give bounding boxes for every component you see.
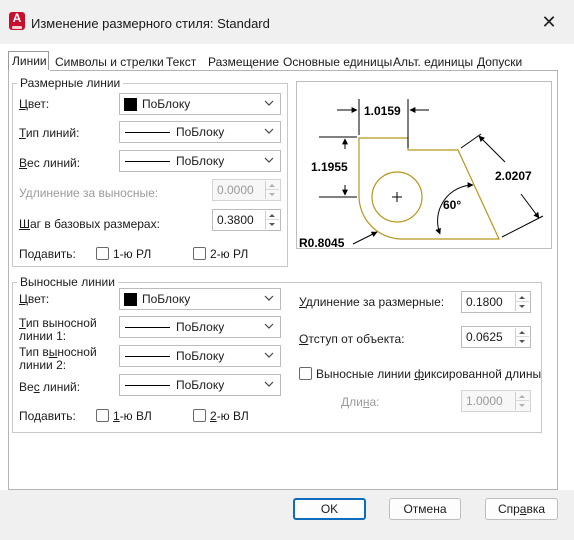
suppress-dim-line-2-checkbox[interactable] (193, 247, 206, 260)
dim-lineweight-combo[interactable]: ПоБлоку (119, 150, 281, 172)
color-swatch (124, 293, 137, 306)
tab-text[interactable]: Текст (163, 53, 199, 71)
preview-dim-left: 1.1955 (311, 160, 348, 174)
spin-down-icon[interactable] (266, 190, 279, 199)
ext-color-combo[interactable]: ПоБлоку (119, 288, 281, 310)
suppress-ext-line-1-label: 1-ю ВЛ (113, 409, 152, 423)
dimension-preview: 1.0159 1.1955 2.0207 60° R0.8045 (296, 81, 552, 250)
help-button[interactable]: Справка (485, 498, 558, 520)
fixed-length-value-label: Длина: (341, 395, 380, 409)
preview-drawing: 1.0159 1.1955 2.0207 60° R0.8045 (299, 99, 544, 250)
ext-offset-label: Отступ от объекта: (299, 332, 405, 346)
tab-symbols-arrows[interactable]: Символы и стрелки (52, 53, 167, 71)
spin-down-icon[interactable] (516, 302, 529, 311)
spin-up-icon[interactable] (266, 211, 279, 220)
spin-up-icon[interactable] (516, 392, 529, 401)
dim-color-label: Цвет: (19, 97, 50, 111)
chevron-down-icon (264, 381, 274, 387)
ext-color-label: Цвет: (19, 292, 50, 306)
dim-color-combo[interactable]: ПоБлоку (119, 93, 281, 115)
chevron-down-icon (264, 157, 274, 163)
ext-color-value: ПоБлоку (142, 292, 191, 306)
dim-extension-label: Удлинение за выносные: (19, 186, 159, 200)
tab-primary-units[interactable]: Основные единицы (280, 53, 395, 71)
ext-beyond-label: Удлинение за размерные: (299, 295, 445, 309)
color-swatch (124, 98, 137, 111)
fixed-length-checkbox[interactable] (299, 367, 312, 380)
ext-suppress-label: Подавить: (19, 409, 76, 423)
spin-down-icon[interactable] (516, 337, 529, 346)
lineweight-sample (125, 385, 170, 386)
chevron-down-icon (264, 323, 274, 329)
dim-baseline-spinner[interactable]: 0.3800 (212, 209, 281, 231)
dim-linetype-combo[interactable]: ПоБлоку (119, 121, 281, 143)
ext-linetype2-value: ПоБлоку (176, 349, 225, 363)
fixed-length-spinner[interactable]: 1.0000 (461, 390, 531, 412)
spin-up-icon[interactable] (516, 293, 529, 302)
suppress-ext-line-2-checkbox[interactable] (193, 409, 206, 422)
tab-lines[interactable]: Линии (8, 51, 49, 71)
title-bar: A Изменение размерного стиля: Standard ✕ (0, 0, 574, 44)
chevron-down-icon (264, 295, 274, 301)
dim-baseline-value: 0.3800 (217, 213, 254, 227)
chevron-down-icon (264, 128, 274, 134)
ext-linetype2-combo[interactable]: ПоБлоку (119, 345, 281, 367)
close-icon[interactable]: ✕ (534, 9, 564, 35)
chevron-down-icon (264, 100, 274, 106)
suppress-ext-line-2-label: 2-ю ВЛ (210, 409, 249, 423)
suppress-dim-line-1-label: 1-ю РЛ (113, 247, 152, 261)
ext-offset-value: 0.0625 (466, 330, 503, 344)
cancel-button[interactable]: Отмена (389, 498, 461, 520)
ext-lines-group-title: Выносные линии (17, 275, 118, 289)
ext-lineweight-combo[interactable]: ПоБлоку (119, 374, 281, 396)
lineweight-sample (125, 161, 170, 162)
spin-up-icon[interactable] (266, 181, 279, 190)
spin-down-icon[interactable] (516, 401, 529, 410)
dim-color-value: ПоБлоку (142, 97, 191, 111)
tab-alternate-units[interactable]: Альт. единицы (390, 53, 476, 71)
ok-button[interactable]: OK (293, 498, 366, 520)
dim-linetype-value: ПоБлоку (176, 125, 225, 139)
preview-angle: 60° (443, 198, 461, 212)
preview-dim-right: 2.0207 (495, 169, 532, 183)
ext-beyond-spinner[interactable]: 0.1800 (461, 291, 531, 313)
ext-linetype1-label-b: линии 1: (19, 329, 67, 343)
ext-linetype2-label-b: линии 2: (19, 358, 67, 372)
dim-suppress-label: Подавить: (19, 247, 76, 261)
spin-down-icon[interactable] (266, 220, 279, 229)
tab-tolerances[interactable]: Допуски (474, 53, 525, 71)
ext-linetype1-value: ПоБлоку (176, 320, 225, 334)
dim-lineweight-label: Вес линий: (19, 156, 81, 170)
window-title: Изменение размерного стиля: Standard (31, 16, 270, 31)
tab-fit[interactable]: Размещение (205, 53, 282, 71)
fixed-length-value: 1.0000 (466, 394, 503, 408)
autocad-app-icon: A (9, 12, 25, 30)
ext-lineweight-label: Вес линий: (19, 380, 81, 394)
fixed-length-label: Выносные линии фиксированной длины (316, 367, 542, 381)
dim-extension-value: 0.0000 (217, 183, 254, 197)
preview-radius: R0.8045 (299, 236, 345, 248)
suppress-dim-line-2-label: 2-ю РЛ (210, 247, 249, 261)
suppress-ext-line-1-checkbox[interactable] (96, 409, 109, 422)
dim-lines-group-title: Размерные линии (17, 76, 124, 90)
ext-beyond-value: 0.1800 (466, 295, 503, 309)
suppress-dim-line-1-checkbox[interactable] (96, 247, 109, 260)
spin-up-icon[interactable] (516, 328, 529, 337)
chevron-down-icon (264, 352, 274, 358)
ext-offset-spinner[interactable]: 0.0625 (461, 326, 531, 348)
dim-extension-spinner[interactable]: 0.0000 (212, 179, 281, 201)
dim-linetype-label: Тип линий: (19, 126, 80, 140)
linetype-sample (125, 132, 170, 133)
ext-linetype1-combo[interactable]: ПоБлоку (119, 316, 281, 338)
linetype-sample (125, 327, 170, 328)
preview-dim-top: 1.0159 (364, 104, 401, 118)
dim-baseline-label: Шаг в базовых размерах: (19, 217, 160, 231)
linetype-sample (125, 356, 170, 357)
ext-lineweight-value: ПоБлоку (176, 378, 225, 392)
dim-lineweight-value: ПоБлоку (176, 154, 225, 168)
